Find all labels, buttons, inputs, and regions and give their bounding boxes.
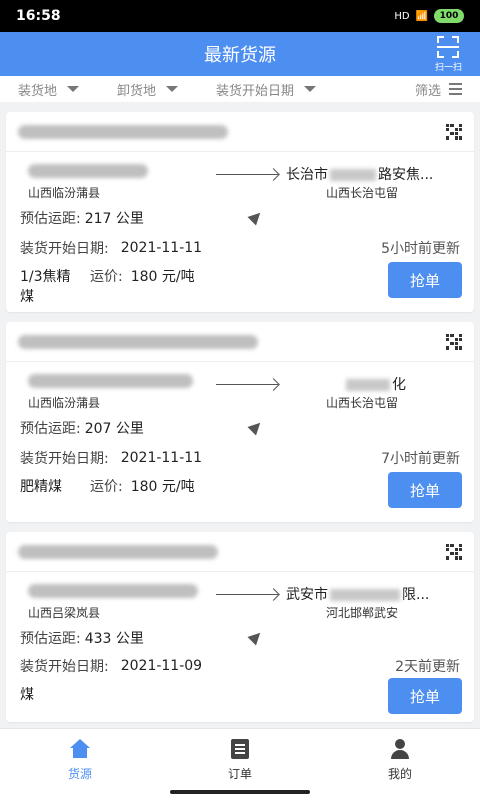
cargo-card[interactable]: 山西临汾蒲县 长治市 路安焦... 山西长治屯留 预估运距: 217 公里 装货开始… [6,112,474,312]
home-icon [69,739,91,759]
card-header [6,112,474,152]
navigation-icon[interactable] [247,418,265,436]
from-province: 山西临汾蒲县 [28,396,101,410]
to-name: 化 [346,374,406,394]
route: 山西临汾蒲县 长治市 路安焦... 山西长治屯留 [6,162,474,200]
price-value: 180 元/吨 [130,269,195,285]
from-province: 山西吕梁岚县 [28,606,101,620]
chevron-down-icon [304,86,317,92]
distance-row: 预估运距: 217 公里 [20,208,460,228]
home-indicator [170,790,310,794]
company-name-redacted [18,334,258,349]
to-province: 河北邯郸武安 [326,606,399,620]
grab-order-button[interactable]: 抢单 [388,262,462,298]
price-value: 180 元/吨 [130,479,195,495]
signal-icon: HD [394,10,410,22]
status-icons: HD 📶 100 [394,9,464,23]
grab-order-button[interactable]: 抢单 [388,472,462,508]
status-bar: 16:58 HD 📶 100 [0,0,480,32]
battery-icon: 100 [434,9,464,23]
distance-row: 预估运距: 207 公里 [20,418,460,438]
filter-loading-place[interactable]: 装货地 [18,80,80,99]
cargo-type: 煤 [20,687,34,703]
updated-time: 7小时前更新 [381,451,460,467]
to-province: 山西长治屯留 [326,396,399,410]
filter-button[interactable]: 筛选 [415,80,462,99]
from-province: 山西临汾蒲县 [28,186,101,200]
status-time: 16:58 [16,8,61,24]
filter-unloading-place[interactable]: 卸货地 [117,80,179,99]
filter-start-date[interactable]: 装货开始日期 [216,80,317,99]
scan-icon [437,36,460,58]
app-header: 最新货源 扫一扫 [0,32,480,76]
arrow-right-icon [216,174,278,175]
qr-code-icon[interactable] [446,123,462,140]
cargo-card[interactable]: 山西吕梁岚县 武安市 限... 河北邯郸武安 预估运距: 433 公里 装货开始日期… [6,532,474,722]
from-name-redacted [28,584,198,598]
tab-cargo-source[interactable]: 货源 [0,729,160,800]
updated-time: 5小时前更新 [381,241,460,257]
cargo-type: 肥精煤 [20,479,62,495]
qr-code-icon[interactable] [446,543,462,560]
date-row: 装货开始日期: 2021-11-11 7小时前更新 [20,450,460,467]
date-row: 装货开始日期: 2021-11-09 2天前更新 [20,658,460,675]
card-header [6,532,474,572]
user-icon [389,739,411,759]
cargo-list: 山西临汾蒲县 长治市 路安焦... 山西长治屯留 预估运距: 217 公里 装货开始… [6,112,474,732]
cargo-card[interactable]: 山西临汾蒲县 化 山西长治屯留 预估运距: 207 公里 装货开始日期: 2021-… [6,322,474,522]
navigation-icon[interactable] [247,208,265,226]
navigation-icon[interactable] [247,628,265,646]
route: 山西临汾蒲县 化 山西长治屯留 [6,372,474,410]
to-province: 山西长治屯留 [326,186,399,200]
arrow-right-icon [216,384,278,385]
date-row: 装货开始日期: 2021-11-11 5小时前更新 [20,240,460,257]
cargo-row: 1/3焦精煤 运价: 180 元/吨 [20,266,240,306]
company-name-redacted [18,124,228,139]
company-name-redacted [18,544,218,559]
price-label: 运价: [90,269,123,285]
route: 山西吕梁岚县 武安市 限... 河北邯郸武安 [6,582,474,620]
qr-code-icon[interactable] [446,333,462,350]
filter-list-icon [449,83,462,95]
chevron-down-icon [67,86,80,92]
filter-bar: 装货地 卸货地 装货开始日期 筛选 [0,76,480,102]
bottom-tab-bar: 货源 订单 我的 [0,728,480,800]
card-header [6,322,474,362]
to-name: 武安市 限... [286,587,430,603]
page-title: 最新货源 [204,45,276,66]
from-name-redacted [28,374,193,388]
price-label: 运价: [90,479,123,495]
arrow-right-icon [216,594,278,595]
tab-mine[interactable]: 我的 [320,729,480,800]
scan-button[interactable]: 扫一扫 [435,36,462,73]
updated-time: 2天前更新 [395,659,460,675]
grab-order-button[interactable]: 抢单 [388,678,462,714]
order-list-icon [231,739,249,759]
scan-label: 扫一扫 [434,63,462,73]
to-name: 长治市 路安焦... [286,167,434,183]
cargo-type: 1/3焦精煤 [20,269,71,305]
wifi-icon: 📶 [415,10,428,22]
chevron-down-icon [166,86,179,92]
from-name-redacted [28,164,148,178]
distance-row: 预估运距: 433 公里 [20,628,460,648]
